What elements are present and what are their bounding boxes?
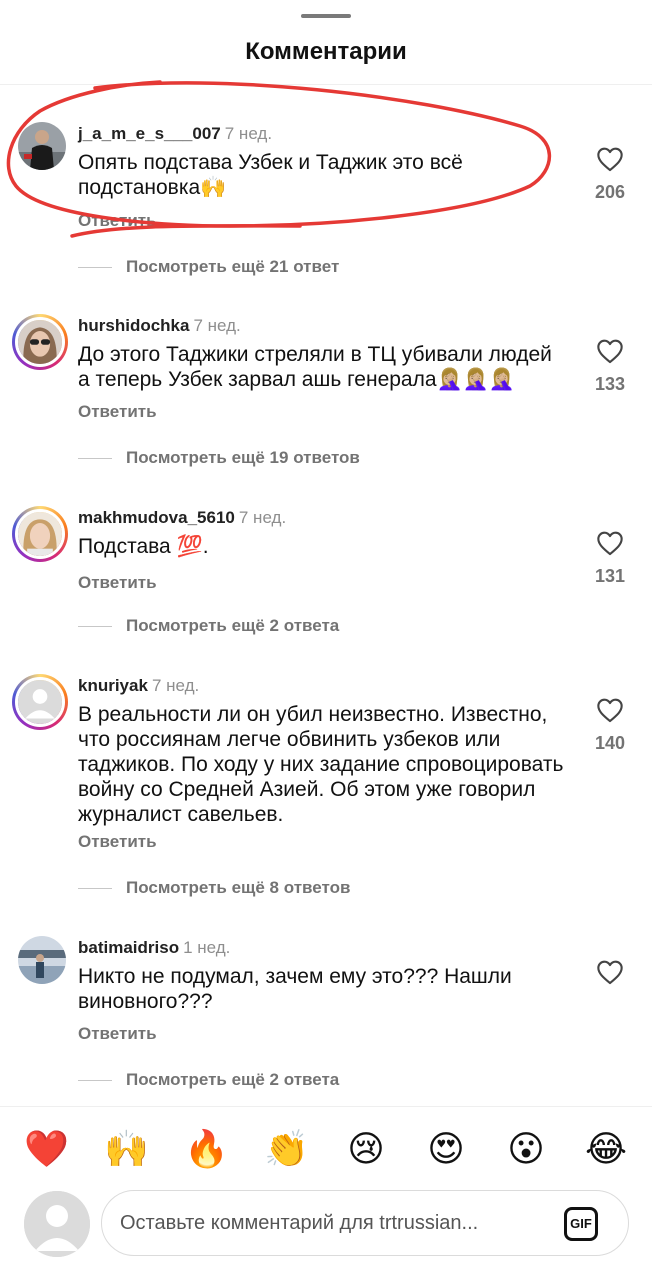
current-user-avatar <box>24 1191 90 1257</box>
divider-line <box>78 625 112 627</box>
divider-line <box>78 1079 112 1081</box>
comment-time: 1 нед. <box>183 938 231 957</box>
comment-username[interactable]: makhmudova_5610 <box>78 508 235 527</box>
like-button[interactable]: 206 <box>580 146 640 203</box>
view-replies-button[interactable]: Посмотреть ещё 21 ответ <box>78 257 339 277</box>
heart-icon <box>597 531 623 556</box>
reply-button[interactable]: Ответить <box>78 211 157 231</box>
view-replies-label: Посмотреть ещё 21 ответ <box>126 257 340 276</box>
avatar[interactable] <box>12 314 68 370</box>
reply-button[interactable]: Ответить <box>78 832 157 852</box>
laughing-tears-emoji-button[interactable]: 😂 <box>584 1124 628 1174</box>
view-replies-button[interactable]: Посмотреть ещё 8 ответов <box>78 878 350 898</box>
like-count: 206 <box>594 182 626 202</box>
like-count: 133 <box>594 374 626 394</box>
heart-icon <box>597 147 623 172</box>
divider <box>0 1106 652 1107</box>
red-heart-emoji-button[interactable]: ❤️ <box>24 1124 69 1174</box>
comment-input[interactable] <box>120 1191 550 1255</box>
avatar-photo <box>18 512 62 556</box>
reply-button[interactable]: Ответить <box>78 402 157 422</box>
divider-line <box>78 266 112 268</box>
heart-icon <box>597 698 623 723</box>
avatar-photo <box>18 936 66 984</box>
view-replies-label: Посмотреть ещё 19 ответов <box>126 448 360 467</box>
view-replies-button[interactable]: Посмотреть ещё 19 ответов <box>78 448 360 468</box>
comment-username[interactable]: batimaidriso <box>78 938 179 957</box>
view-replies-label: Посмотреть ещё 2 ответа <box>126 616 340 635</box>
quick-reactions-bar: ❤️ 🙌 🔥 👏 😢 😍 😮 😂 <box>0 1124 652 1174</box>
like-button[interactable] <box>580 959 640 985</box>
comment-time: 7 нед. <box>151 676 200 695</box>
default-person-icon <box>24 1191 90 1257</box>
drag-handle[interactable] <box>301 14 351 18</box>
comment-time: 7 нед. <box>224 124 273 143</box>
avatar[interactable] <box>18 936 66 984</box>
surprised-face-emoji-button[interactable]: 😮 <box>504 1124 548 1174</box>
avatar[interactable] <box>18 122 66 170</box>
like-button[interactable]: 133 <box>580 338 640 395</box>
clapping-hands-emoji-button[interactable]: 👏 <box>264 1124 309 1174</box>
divider <box>0 84 652 85</box>
comment-text: Подстава 💯. <box>78 535 209 558</box>
comments-sheet: Комментарии j_a_m_e_s___007 7 нед. Опять … <box>0 0 652 1280</box>
gif-button[interactable]: GIF <box>564 1207 598 1241</box>
like-count: 140 <box>594 733 626 753</box>
comment-username[interactable]: knuriyak <box>78 676 148 695</box>
like-button[interactable]: 140 <box>580 697 640 754</box>
crying-face-emoji-button[interactable]: 😢 <box>344 1124 388 1174</box>
like-button[interactable]: 131 <box>580 530 640 587</box>
divider-line <box>78 457 112 459</box>
fire-emoji-button[interactable]: 🔥 <box>184 1124 229 1174</box>
reply-button[interactable]: Ответить <box>78 1024 157 1044</box>
reply-button[interactable]: Ответить <box>78 573 157 593</box>
view-replies-label: Посмотреть ещё 2 ответа <box>126 1070 340 1089</box>
view-replies-label: Посмотреть ещё 8 ответов <box>126 878 351 897</box>
comment-username[interactable]: hurshidochka <box>78 316 189 335</box>
avatar-photo <box>18 122 66 170</box>
comment-username[interactable]: j_a_m_e_s___007 <box>78 124 221 143</box>
heart-icon <box>597 339 623 364</box>
view-replies-button[interactable]: Посмотреть ещё 2 ответа <box>78 1070 339 1090</box>
comment-text: Никто не подумал, зачем ему это??? Нашли… <box>78 965 512 1013</box>
heart-icon <box>597 960 623 985</box>
avatar-photo <box>18 320 62 364</box>
comment-text: Опять подстава Узбек и Таджик это всё по… <box>78 151 463 199</box>
heart-eyes-emoji-button[interactable]: 😍 <box>424 1124 468 1174</box>
avatar[interactable] <box>12 506 68 562</box>
like-count: 131 <box>594 566 626 586</box>
divider-line <box>78 887 112 889</box>
page-title: Комментарии <box>245 38 407 65</box>
comment-time: 7 нед. <box>238 508 287 527</box>
view-replies-button[interactable]: Посмотреть ещё 2 ответа <box>78 616 339 636</box>
raising-hands-emoji-button[interactable]: 🙌 <box>104 1124 149 1174</box>
default-person-icon <box>18 680 62 724</box>
comment-time: 7 нед. <box>193 316 241 335</box>
comment-text: В реальности ли он убил неизвестно. Изве… <box>78 703 564 826</box>
comment-composer: GIF <box>101 1190 629 1256</box>
avatar[interactable] <box>12 674 68 730</box>
comment-text: До этого Таджики стреляли в ТЦ убивали л… <box>78 343 552 391</box>
